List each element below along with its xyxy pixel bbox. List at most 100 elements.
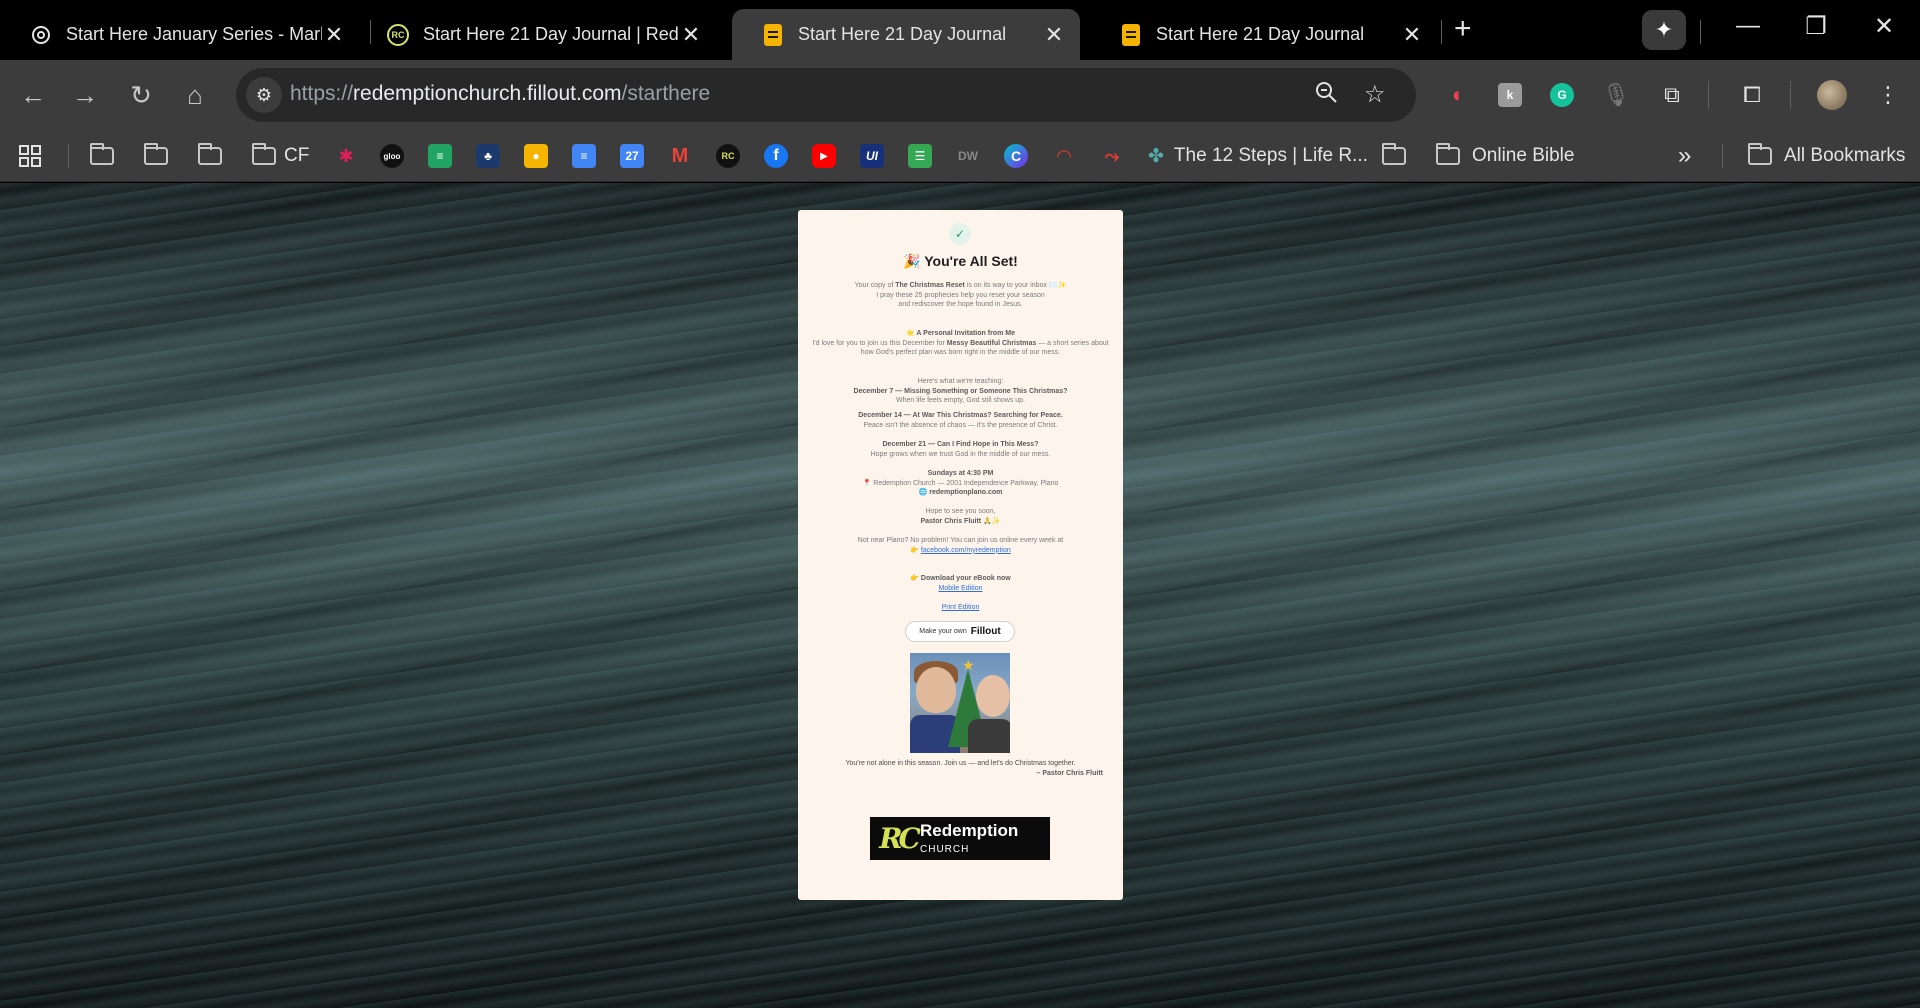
- google-sheets-icon[interactable]: ☰: [908, 142, 932, 170]
- back-arrow-icon[interactable]: ←: [14, 76, 52, 114]
- logo-line-2: CHURCH: [920, 843, 970, 855]
- folder-icon: [1436, 143, 1460, 165]
- bookmark-folder[interactable]: [90, 142, 114, 170]
- tab-title: Start Here 21 Day Journal: [798, 24, 1007, 44]
- close-tab-icon[interactable]: ✕: [1400, 22, 1424, 48]
- folder-icon: [1748, 143, 1772, 165]
- bookmark-ui-icon[interactable]: UI: [860, 142, 884, 170]
- tab-strip: Start Here January Series - Mark ✕ RC St…: [0, 0, 1920, 60]
- confirmation-card: ✓ 🎉 You're All Set! Your copy of The Chr…: [798, 210, 1123, 900]
- make-your-own-fillout-button[interactable]: Make your own Fillout: [905, 621, 1015, 642]
- tab-divider: [1441, 20, 1442, 44]
- forward-arrow-icon[interactable]: →: [66, 76, 104, 114]
- tab-search-icon[interactable]: ⧠: [1734, 77, 1770, 113]
- bookmark-headphones-icon[interactable]: ◠: [1052, 142, 1076, 170]
- week-two: December 14 — At War This Christmas? Sea…: [858, 412, 1063, 429]
- close-tab-icon[interactable]: ✕: [679, 22, 703, 48]
- tab-title: Start Here 21 Day Journal: [1156, 24, 1365, 44]
- online-info: Not near Plano? No problem! You can join…: [857, 537, 1064, 554]
- download-section: 👉 Download your eBook now Mobile Edition: [910, 575, 1011, 592]
- restore-icon[interactable]: ❐: [1796, 12, 1836, 41]
- doc-icon: [1120, 23, 1142, 46]
- bookmark-folder[interactable]: [144, 142, 168, 170]
- google-docs-icon[interactable]: ≡: [572, 142, 596, 170]
- new-tab-button[interactable]: +: [1454, 12, 1472, 46]
- checkmark-icon: ✓: [949, 223, 971, 245]
- youtube-icon[interactable]: ▶: [812, 142, 836, 170]
- bookmark-online-bible[interactable]: Online Bible: [1436, 142, 1574, 170]
- kebab-menu-icon[interactable]: ⋮: [1870, 77, 1906, 113]
- page-title: 🎉 You're All Set!: [903, 253, 1018, 269]
- google-calendar-icon[interactable]: 27: [620, 142, 644, 170]
- extensions-puzzle-icon[interactable]: ⧉: [1654, 77, 1690, 113]
- teaching-schedule: Here's what we're teaching: December 7 —…: [853, 378, 1068, 405]
- bookmark-12-steps[interactable]: ✤ The 12 Steps | Life R...: [1148, 142, 1368, 170]
- microphone-icon[interactable]: 🎙: [1598, 77, 1634, 113]
- minimize-icon[interactable]: —: [1728, 12, 1768, 40]
- extension-k-icon[interactable]: k: [1492, 77, 1528, 113]
- grammarly-icon[interactable]: G: [1544, 77, 1580, 113]
- zoom-icon[interactable]: [1314, 80, 1338, 111]
- bookmark-red-swirl-icon[interactable]: ⤳: [1100, 142, 1124, 170]
- rc-logo-icon: RC: [879, 822, 921, 855]
- twelve-steps-icon: ✤: [1148, 145, 1164, 167]
- profile-avatar[interactable]: [1814, 77, 1850, 113]
- signoff: Hope to see you soon, Pastor Chris Fluit…: [920, 508, 1001, 525]
- tab-title: Start Here January Series - Mark: [66, 24, 322, 44]
- bookmark-divider: [68, 144, 69, 168]
- close-window-icon[interactable]: ✕: [1864, 12, 1904, 41]
- slack-icon[interactable]: ✱: [334, 142, 358, 170]
- page-background: ✓ 🎉 You're All Set! Your copy of The Chr…: [0, 183, 1920, 1008]
- gemini-sparkle-icon[interactable]: ✦: [1642, 10, 1686, 50]
- close-tab-icon[interactable]: ✕: [322, 22, 346, 48]
- folder-icon: [90, 143, 114, 165]
- url-host: redemptionchurch.fillout.com: [353, 82, 622, 105]
- address-bar[interactable]: ⚙ https://redemptionchurch.fillout.com/s…: [236, 68, 1416, 122]
- close-tab-icon[interactable]: ✕: [1042, 22, 1066, 48]
- bookmark-folder-cf[interactable]: CF: [252, 142, 309, 170]
- bookmark-label: The 12 Steps | Life R...: [1173, 145, 1368, 166]
- gmail-icon[interactable]: M: [668, 142, 692, 170]
- folder-icon: [144, 143, 168, 165]
- toolbar-divider: [1790, 81, 1791, 109]
- facebook-link[interactable]: facebook.com/myredemption: [921, 547, 1011, 554]
- intro-paragraph: Your copy of The Christmas Reset is on i…: [854, 282, 1067, 309]
- pocket-icon[interactable]: ◖: [1438, 77, 1474, 113]
- home-icon[interactable]: ⌂: [176, 76, 214, 114]
- url-scheme: https://: [290, 82, 354, 105]
- site-settings-icon[interactable]: ⚙: [246, 77, 282, 113]
- toolbar-divider: [1708, 81, 1709, 109]
- bookmark-sheets-green-icon[interactable]: ≡: [428, 142, 452, 170]
- bookmark-star-icon[interactable]: ☆: [1364, 80, 1386, 109]
- canva-icon[interactable]: C: [1004, 142, 1028, 170]
- print-edition-link[interactable]: Print Edition: [942, 604, 980, 611]
- bookmark-folder[interactable]: [1382, 142, 1406, 170]
- bookmark-tree-icon[interactable]: ♣: [476, 142, 500, 170]
- tab-1[interactable]: Start Here January Series - Mark ✕: [0, 9, 360, 60]
- mobile-edition-link[interactable]: Mobile Edition: [939, 585, 983, 592]
- rc-icon: RC: [387, 23, 409, 46]
- gloo-icon[interactable]: gloo: [380, 142, 404, 170]
- bookmark-dw-icon[interactable]: DW: [956, 142, 980, 170]
- closing-text: You're not alone in this season. Join us…: [845, 760, 1103, 777]
- bookmarks-overflow-icon[interactable]: »: [1678, 142, 1691, 170]
- apps-grid-icon[interactable]: [18, 142, 42, 170]
- service-info: Sundays at 4:30 PM 📍 Redemption Church —…: [862, 470, 1059, 497]
- badge-brand: Fillout: [970, 626, 1001, 637]
- folder-icon: [1382, 143, 1406, 165]
- print-section: Print Edition: [808, 603, 1113, 613]
- badge-prefix: Make your own: [919, 628, 967, 635]
- week-three: December 21 — Can I Find Hope in This Me…: [870, 441, 1051, 458]
- facebook-icon[interactable]: f: [764, 142, 788, 170]
- url-text[interactable]: https://redemptionchurch.fillout.com/sta…: [290, 82, 710, 106]
- all-bookmarks[interactable]: All Bookmarks: [1748, 142, 1905, 170]
- google-keep-icon[interactable]: ●: [524, 142, 548, 170]
- tab-3-active[interactable]: Start Here 21 Day Journal ✕: [732, 9, 1080, 60]
- reload-icon[interactable]: ↻: [122, 76, 160, 114]
- bookmark-label: CF: [284, 145, 310, 166]
- bookmark-folder[interactable]: [198, 142, 222, 170]
- logo-line-1: Redemption: [920, 820, 1019, 840]
- tab-2[interactable]: RC Start Here 21 Day Journal | Rede ✕: [357, 9, 717, 60]
- tab-4[interactable]: Start Here 21 Day Journal ✕: [1090, 9, 1438, 60]
- redemption-church-icon[interactable]: RC: [716, 142, 740, 170]
